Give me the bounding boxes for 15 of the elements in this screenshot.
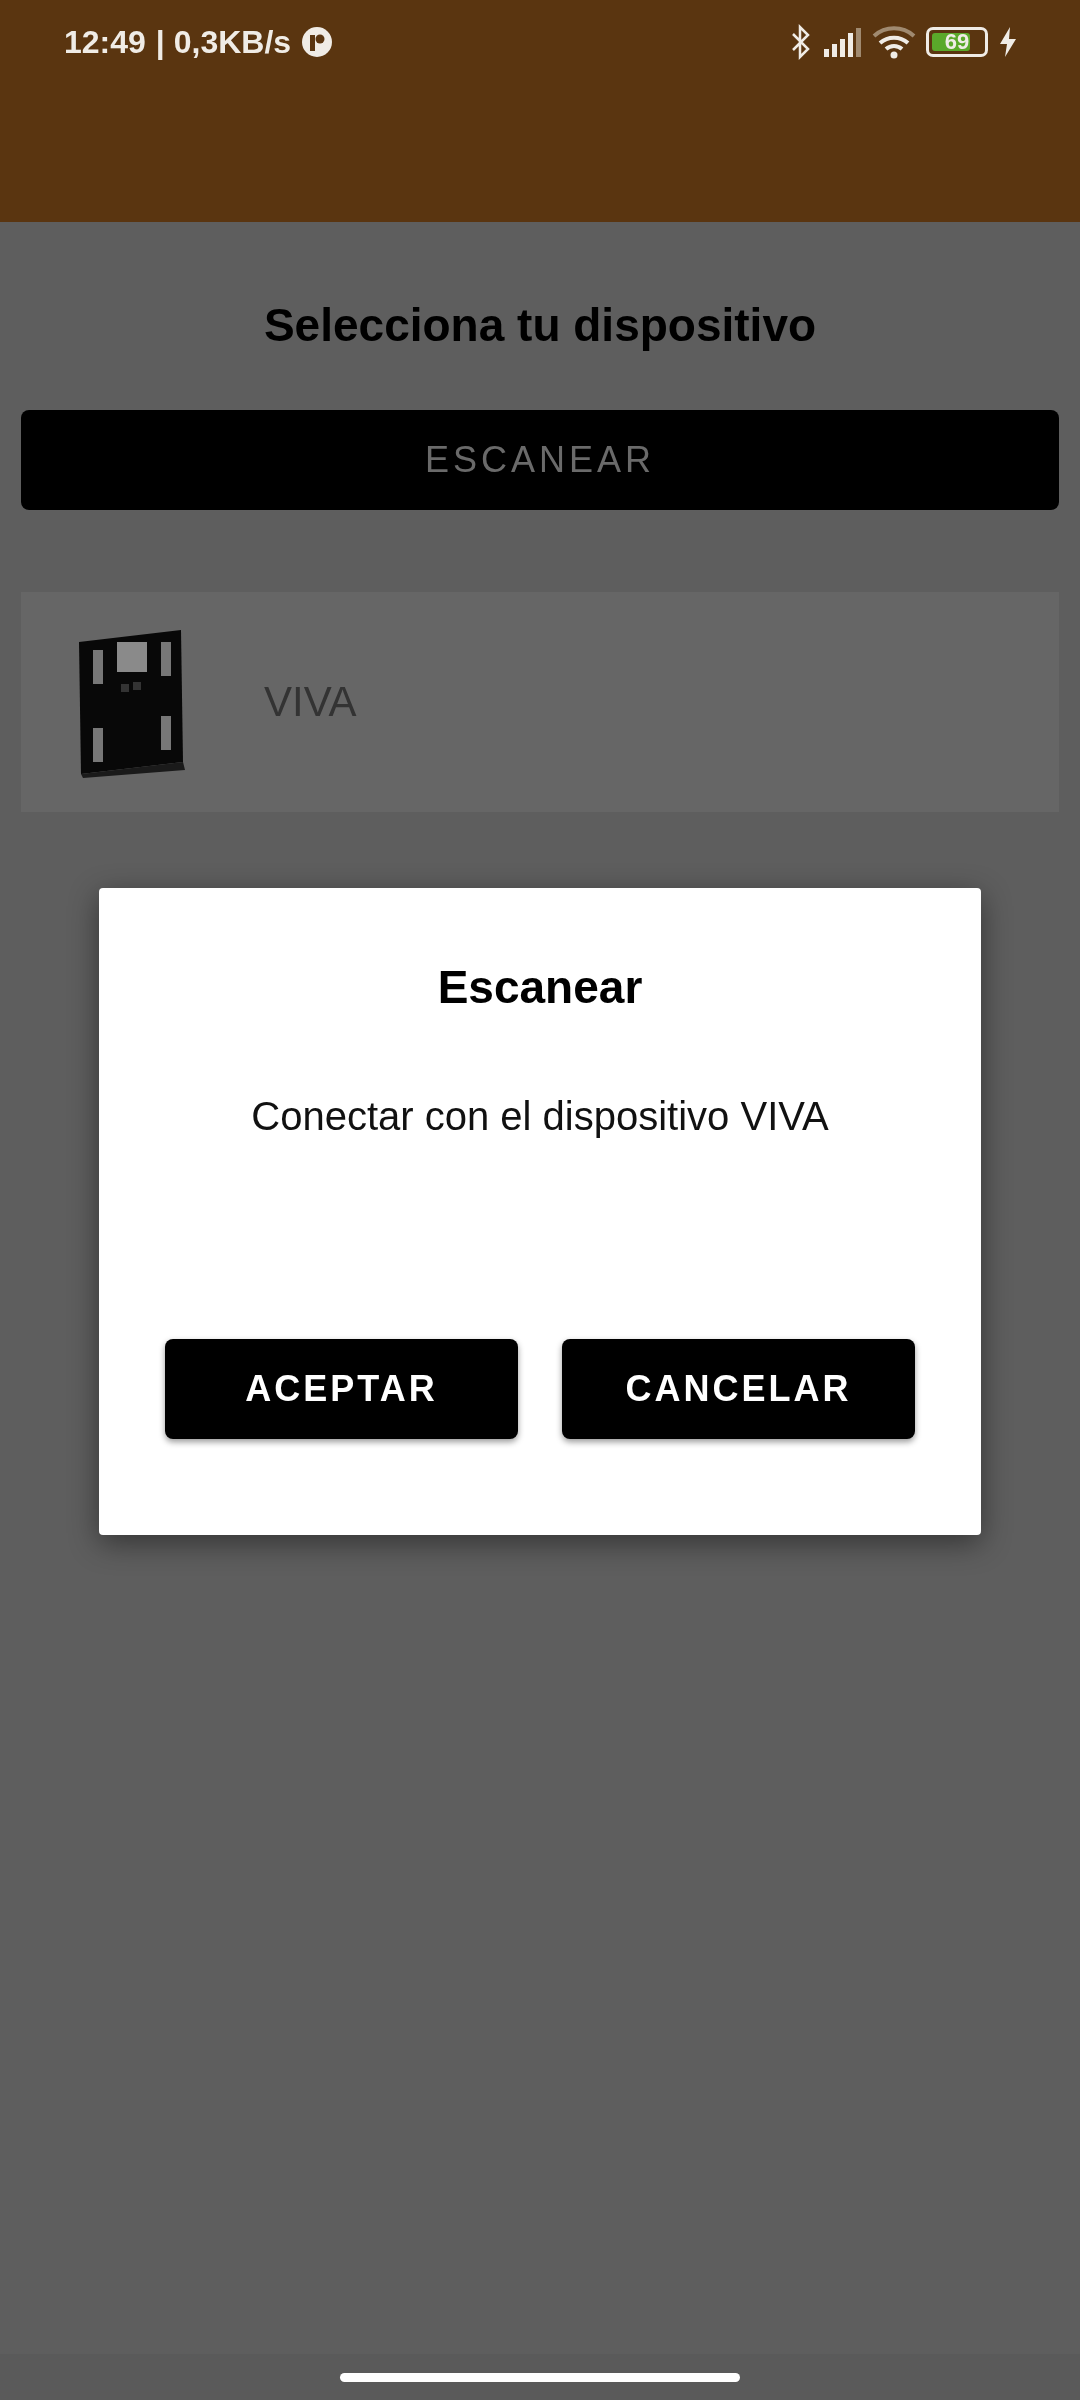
signal-icon <box>822 27 862 57</box>
dialog-title: Escanear <box>437 960 643 1014</box>
clock: 12:49 <box>64 23 146 61</box>
battery-icon: 69 <box>926 27 988 57</box>
scan-button[interactable]: ESCANEAR <box>21 410 1059 510</box>
dialog-message: Conectar con el dispositivo VIVA <box>251 1094 829 1139</box>
network-speed: | 0,3KB/s <box>155 23 292 61</box>
app-notification-icon <box>301 26 334 58</box>
accept-button[interactable]: ACEPTAR <box>165 1339 518 1439</box>
page-title: Selecciona tu dispositivo <box>262 298 818 352</box>
home-indicator[interactable] <box>340 2372 740 2382</box>
bluetooth-icon <box>790 24 812 60</box>
cancel-button[interactable]: CANCELAR <box>562 1339 915 1439</box>
wifi-icon <box>872 25 916 59</box>
charging-icon <box>998 26 1018 58</box>
